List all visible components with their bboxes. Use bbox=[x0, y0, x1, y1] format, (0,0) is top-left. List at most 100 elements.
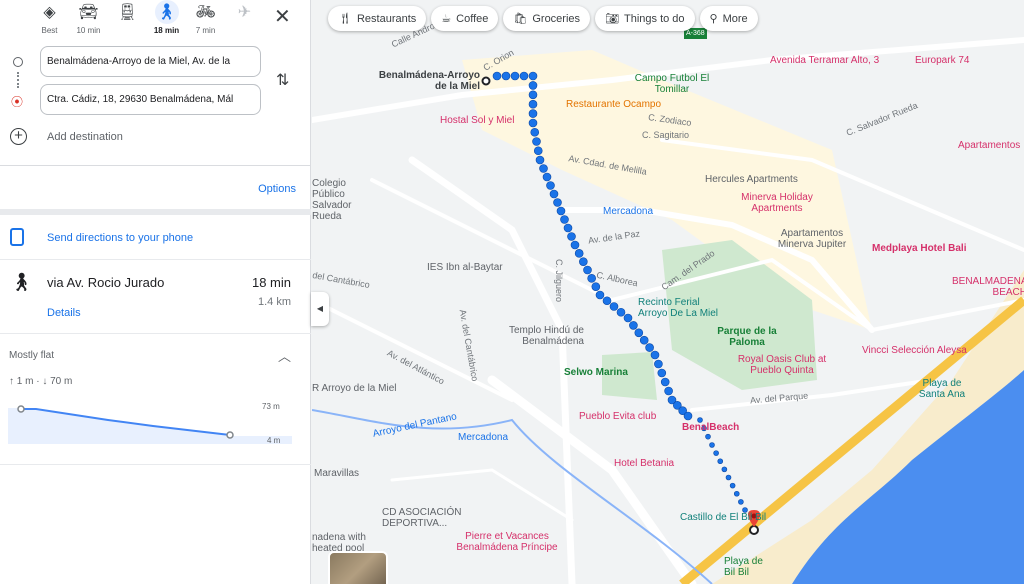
mode-transit[interactable]: 🚆︎ bbox=[108, 0, 147, 40]
mode-driving[interactable]: 🚘︎ 10 min bbox=[69, 0, 108, 40]
chip-coffee[interactable]: ☕︎ Coffee bbox=[431, 6, 499, 31]
place-europark[interactable]: Europark 74 bbox=[915, 55, 969, 66]
place-vincci[interactable]: Vincci Selección Aleysa bbox=[862, 345, 967, 356]
swap-icon[interactable]: ⇅ bbox=[276, 70, 289, 90]
chevron-up-icon[interactable]: ︿ bbox=[278, 346, 291, 365]
chip-groceries[interactable]: 🛍︎ Groceries bbox=[503, 6, 591, 31]
divider bbox=[0, 464, 311, 465]
map[interactable]: 🍴︎ Restaurants ☕︎ Coffee 🛍︎ Groceries 📷︎ Thi… bbox=[312, 0, 1024, 584]
place-evita[interactable]: Pueblo Evita club bbox=[579, 411, 656, 422]
details-link[interactable]: Details bbox=[47, 307, 81, 319]
route-dot bbox=[729, 482, 736, 489]
place-ies[interactable]: IES Ibn al-Baytar bbox=[427, 262, 503, 273]
route-dot bbox=[528, 118, 538, 128]
place-cd[interactable]: CD ASOCIACIÓN DEPORTIVA... bbox=[382, 507, 462, 529]
route-dot bbox=[650, 350, 660, 360]
category-chips: 🍴︎ Restaurants ☕︎ Coffee 🛍︎ Groceries 📷︎ Thi… bbox=[328, 6, 758, 31]
route-dot bbox=[533, 146, 543, 156]
place-maravillas[interactable]: Maravillas bbox=[314, 468, 359, 479]
satellite-layer-thumbnail[interactable] bbox=[328, 551, 388, 584]
route-distance: 1.4 km bbox=[257, 296, 291, 308]
divider bbox=[0, 333, 311, 334]
place-pierre[interactable]: Pierre et Vacances Benalmádena Príncipe bbox=[447, 531, 567, 553]
elevation-max: 73 m bbox=[262, 402, 280, 411]
close-icon[interactable]: ✕ bbox=[274, 4, 291, 29]
place-santa-ana[interactable]: Playa de Santa Ana bbox=[917, 378, 967, 400]
route-dot bbox=[595, 290, 605, 300]
place-mercadona[interactable]: Mercadona bbox=[603, 206, 653, 217]
add-icon[interactable]: + bbox=[10, 128, 27, 145]
place-templo[interactable]: Templo Hindú de Benalmádena bbox=[504, 325, 584, 347]
place-betania[interactable]: Hotel Betania bbox=[614, 458, 674, 469]
origin-circle-icon bbox=[13, 57, 23, 67]
place-benalbeach[interactable]: BenalBeach bbox=[682, 422, 739, 433]
destination-pin-icon: ⦿ bbox=[11, 95, 24, 109]
elevation-chart bbox=[8, 405, 292, 444]
place-recinto[interactable]: Recinto Ferial Arroyo De La Miel bbox=[638, 297, 728, 319]
route-dot bbox=[683, 411, 693, 421]
place-jupiter[interactable]: Apartamentos Minerva Jupiter bbox=[767, 228, 857, 250]
route-dot bbox=[705, 433, 711, 440]
route-dot bbox=[510, 71, 520, 81]
destination-input[interactable]: Ctra. Cádiz, 18, 29630 Benalmádena, Mál bbox=[40, 84, 261, 115]
walk-icon: 🚶︎ bbox=[154, 0, 179, 24]
route-dot bbox=[616, 307, 626, 317]
chip-things-to-do[interactable]: 📷︎ Things to do bbox=[595, 6, 695, 31]
walk-icon: 🚶︎ bbox=[10, 272, 33, 292]
place-terramar[interactable]: Avenida Terramar Alto, 3 bbox=[770, 55, 879, 66]
route-dot bbox=[713, 450, 719, 456]
route-dot bbox=[721, 466, 728, 473]
route-dot bbox=[634, 328, 644, 338]
elevation-end-marker bbox=[226, 431, 234, 439]
place-mercadona-2[interactable]: Mercadona bbox=[458, 432, 508, 443]
mode-walking[interactable]: 🚶︎ 18 min bbox=[147, 0, 186, 40]
flight-icon: ✈ bbox=[237, 4, 252, 21]
route-dot bbox=[654, 359, 663, 369]
route-dot bbox=[553, 198, 562, 207]
place-parque[interactable]: Parque de la Paloma bbox=[717, 326, 777, 348]
place-hostal[interactable]: Hostal Sol y Miel bbox=[440, 115, 514, 126]
elevation-start-marker bbox=[17, 405, 25, 413]
mode-cycling[interactable]: 🚲︎ 7 min bbox=[186, 0, 225, 40]
place-castillo[interactable]: Castillo de El Bil Bil bbox=[680, 512, 766, 523]
place-ocampo[interactable]: Restaurante Ocampo bbox=[566, 99, 661, 110]
camera-icon: 📷︎ bbox=[605, 13, 619, 25]
directions-icon: ◈ bbox=[43, 4, 56, 21]
route-via[interactable]: via Av. Rocio Jurado bbox=[47, 275, 164, 290]
place-hercules[interactable]: Hercules Apartments bbox=[705, 174, 798, 185]
place-royal[interactable]: Royal Oasis Club at Pueblo Quinta bbox=[732, 354, 832, 376]
send-to-phone-link[interactable]: Send directions to your phone bbox=[47, 232, 193, 244]
route-dot bbox=[709, 442, 715, 448]
place-apartamentos[interactable]: Apartamentos bbox=[958, 140, 1020, 151]
car-icon: 🚘︎ bbox=[78, 4, 99, 21]
place-selwo[interactable]: Selwo Marina bbox=[564, 367, 628, 378]
route-dot bbox=[528, 109, 538, 118]
chip-more[interactable]: ⚲ More bbox=[699, 6, 758, 31]
route-dot bbox=[591, 282, 601, 291]
start-label[interactable]: Benalmádena-Arroyo de la Miel bbox=[372, 70, 480, 92]
place-campo[interactable]: Campo Futbol El Tomillar bbox=[632, 73, 712, 95]
elevation-summary: Mostly flat bbox=[9, 350, 55, 361]
origin-input[interactable]: Benalmádena-Arroyo de la Miel, Av. de la bbox=[40, 46, 261, 77]
place-arroyo[interactable]: R Arroyo de la Miel bbox=[312, 383, 396, 394]
options-button[interactable]: Options bbox=[258, 183, 296, 195]
route-dot bbox=[664, 386, 673, 396]
origin-marker bbox=[481, 76, 491, 86]
place-benalmadena-beach[interactable]: BENALMADENA BEACH bbox=[952, 276, 1024, 298]
add-destination[interactable]: Add destination bbox=[47, 131, 123, 143]
place-colegio[interactable]: Colegio Público Salvador Rueda bbox=[312, 178, 374, 222]
route-dot bbox=[556, 206, 566, 216]
chip-restaurants[interactable]: 🍴︎ Restaurants bbox=[328, 6, 427, 31]
place-bali[interactable]: Medplaya Hotel Bali bbox=[872, 243, 966, 254]
place-bilbil[interactable]: Playa de Bil Bil bbox=[724, 556, 764, 578]
directions-panel: ◈ Best 🚘︎ 10 min 🚆︎ 🚶︎ 18 min 🚲︎ 7 min ✈ ✕ ⦿… bbox=[0, 0, 311, 584]
route-dot bbox=[725, 474, 732, 481]
mode-flight[interactable]: ✈ bbox=[225, 0, 264, 40]
mode-best[interactable]: ◈ Best bbox=[30, 0, 69, 40]
route-dot bbox=[535, 155, 545, 165]
collapse-panel-button[interactable]: ◀ bbox=[311, 292, 329, 326]
route-dot bbox=[560, 215, 569, 224]
phone-icon bbox=[10, 228, 24, 246]
route-dot bbox=[528, 99, 538, 109]
place-minerva[interactable]: Minerva Holiday Apartments bbox=[732, 192, 822, 214]
